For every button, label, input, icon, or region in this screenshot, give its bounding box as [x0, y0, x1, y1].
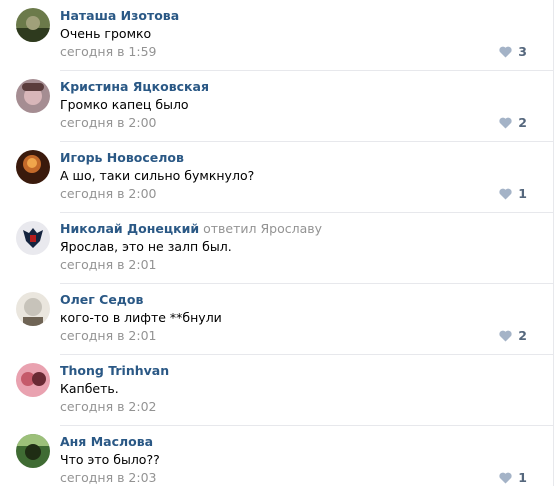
avatar-photo — [16, 292, 50, 326]
avatar-photo — [16, 434, 50, 468]
comment-list: Наташа Изотова Очень громко сегодня в 1:… — [0, 0, 553, 497]
comment-date-link[interactable]: сегодня в 2:01 — [60, 328, 157, 344]
comment-date-link[interactable]: сегодня в 1:59 — [60, 44, 157, 60]
heart-icon — [499, 330, 512, 342]
like-count: 2 — [518, 328, 527, 343]
avatar[interactable] — [16, 150, 50, 184]
author-link[interactable]: Кристина Яцковская — [60, 79, 209, 94]
reply-label: ответил — [203, 221, 257, 236]
comment-item: Николай Донецкий ответил Ярославу Яросла… — [0, 213, 553, 284]
comment-date-link[interactable]: сегодня в 2:03 — [60, 470, 157, 486]
heart-icon — [499, 472, 512, 484]
avatar-photo — [16, 363, 50, 397]
comment-item: Олег Седов кого-то в лифте **бнули сегод… — [0, 284, 553, 355]
comment-text: Громко капец было — [60, 97, 189, 112]
avatar-photo — [16, 79, 50, 113]
like-button[interactable]: 1 — [499, 186, 527, 202]
like-count: 2 — [518, 115, 527, 130]
avatar[interactable] — [16, 363, 50, 397]
comment-item: Кристина Яцковская Громко капец было сег… — [0, 71, 553, 142]
author-link[interactable]: Наташа Изотова — [60, 8, 179, 23]
coat-of-arms-icon — [16, 221, 50, 255]
comment-item: Игорь Новоселов А шо, таки сильно бумкну… — [0, 142, 553, 213]
comment-text: Очень громко — [60, 26, 152, 41]
heart-icon — [499, 188, 512, 200]
avatar[interactable] — [16, 292, 50, 326]
author-link[interactable]: Thong Trinhvan — [60, 363, 169, 378]
comment-text: Ярослав, это не залп был. — [60, 239, 232, 254]
like-button[interactable]: 2 — [499, 115, 527, 131]
heart-icon — [499, 117, 512, 129]
avatar[interactable] — [16, 79, 50, 113]
comment-item: Аня Маслова Что это было?? сегодня в 2:0… — [0, 426, 553, 497]
avatar-photo — [16, 150, 50, 184]
like-count: 3 — [518, 44, 527, 59]
like-button[interactable]: 2 — [499, 328, 527, 344]
like-count: 1 — [518, 186, 527, 201]
comment-text: Капбеть. — [60, 381, 119, 396]
author-link[interactable]: Игорь Новоселов — [60, 150, 184, 165]
avatar[interactable] — [16, 221, 50, 255]
like-button[interactable]: 1 — [499, 470, 527, 486]
comment-date-link[interactable]: сегодня в 2:00 — [60, 115, 157, 131]
comment-date-link[interactable]: сегодня в 2:00 — [60, 186, 157, 202]
comment-text: кого-то в лифте **бнули — [60, 310, 222, 325]
avatar[interactable] — [16, 434, 50, 468]
reply-to-link[interactable]: Ярославу — [260, 221, 322, 236]
like-button[interactable]: 3 — [499, 44, 527, 60]
like-count: 1 — [518, 470, 527, 485]
comment-text: Что это было?? — [60, 452, 160, 467]
comment-item: Thong Trinhvan Капбеть. сегодня в 2:02 — [0, 355, 553, 426]
heart-icon — [499, 46, 512, 58]
author-link[interactable]: Аня Маслова — [60, 434, 153, 449]
comment-date-link[interactable]: сегодня в 2:01 — [60, 257, 157, 273]
avatar-photo — [16, 8, 50, 42]
comment-item: Наташа Изотова Очень громко сегодня в 1:… — [0, 0, 553, 71]
comment-date-link[interactable]: сегодня в 2:02 — [60, 399, 157, 415]
author-link[interactable]: Олег Седов — [60, 292, 143, 307]
author-link[interactable]: Николай Донецкий — [60, 221, 199, 236]
avatar[interactable] — [16, 8, 50, 42]
comment-text: А шо, таки сильно бумкнуло? — [60, 168, 255, 183]
